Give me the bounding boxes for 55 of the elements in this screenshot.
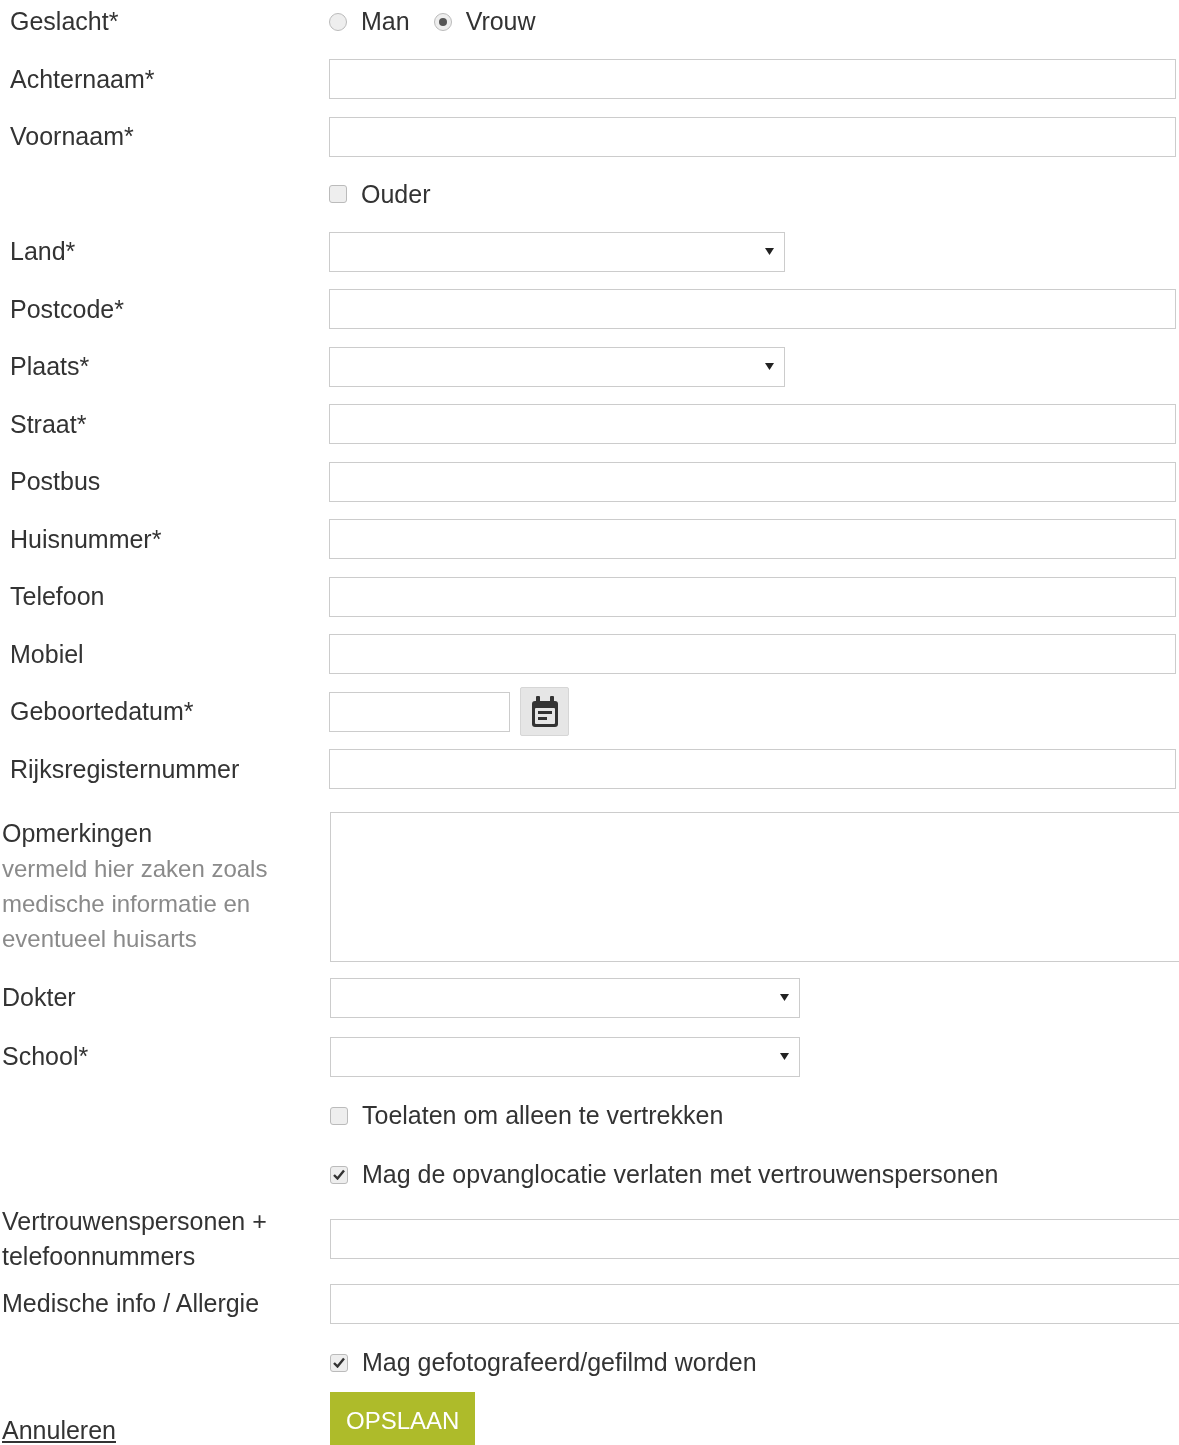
radio-button[interactable]: [433, 12, 452, 31]
checkbox[interactable]: [329, 185, 347, 204]
field-label: Plaats*: [10, 352, 90, 381]
field-label: Telefoon: [10, 582, 105, 611]
input-field[interactable]: [329, 576, 1176, 617]
input-field[interactable]: [329, 116, 1176, 157]
checkbox-label: Mag gefotografeerd/gefilmd worden: [362, 1348, 757, 1377]
dropdown[interactable]: [330, 977, 800, 1018]
checkbox[interactable]: [330, 1353, 348, 1372]
text-area[interactable]: [330, 812, 1179, 962]
checkbox[interactable]: [330, 1106, 348, 1125]
field-hint: vermeld hier zaken zoals medische informatie en eventueel huisarts: [2, 854, 269, 954]
field-label: Huisnummer*: [10, 524, 162, 553]
input-field[interactable]: [330, 1219, 1179, 1259]
field-label: Postcode*: [10, 294, 124, 323]
field-label: Achternaam*: [10, 64, 155, 93]
calendar-icon: [529, 695, 560, 728]
input-field[interactable]: [329, 59, 1176, 100]
input-field[interactable]: [329, 749, 1176, 790]
input-field[interactable]: [329, 289, 1176, 330]
caret-icon: [765, 248, 774, 256]
date-field[interactable]: [329, 691, 510, 732]
field-label: Straat*: [10, 409, 87, 438]
field-label: Medische info / Allergie: [2, 1289, 260, 1317]
field-label: Dokter: [2, 983, 76, 1011]
radio-label: Vrouw: [465, 7, 536, 37]
input-field[interactable]: [329, 461, 1176, 502]
caret-icon: [780, 1053, 789, 1060]
field-label: Land*: [10, 237, 76, 266]
caret-icon: [780, 994, 789, 1001]
field-label: School*: [2, 1042, 89, 1070]
checkbox-label: Mag de opvanglocatie verlaten met vertrouwenspersonen: [362, 1160, 999, 1189]
cancel-link[interactable]: Annuleren: [2, 1416, 116, 1444]
input-field[interactable]: [330, 1283, 1179, 1324]
dropdown[interactable]: [329, 231, 785, 272]
dropdown[interactable]: [330, 1036, 800, 1077]
field-label: Mobiel: [10, 639, 84, 668]
dropdown[interactable]: [329, 346, 785, 387]
caret-icon: [765, 363, 774, 371]
calendar-button[interactable]: [520, 687, 569, 737]
input-field[interactable]: [329, 404, 1176, 445]
input-field[interactable]: [329, 519, 1176, 560]
field-label: Geboortedatum*: [10, 697, 194, 726]
radio-label: Man: [361, 7, 410, 37]
field-label: Voornaam*: [10, 122, 134, 151]
radio-button[interactable]: [329, 12, 347, 31]
field-label: Opmerkingen: [2, 818, 154, 849]
input-field[interactable]: [329, 634, 1176, 675]
field-label: Geslacht*: [10, 7, 119, 36]
field-label: Postbus: [10, 467, 101, 496]
checkbox-label: Ouder: [361, 179, 431, 209]
checkbox[interactable]: [330, 1165, 348, 1184]
field-label: Vertrouwenspersonen + telefoonnummers: [2, 1207, 267, 1270]
field-label: Rijksregisternummer: [10, 754, 240, 783]
checkbox-label: Toelaten om alleen te vertrekken: [362, 1101, 724, 1130]
